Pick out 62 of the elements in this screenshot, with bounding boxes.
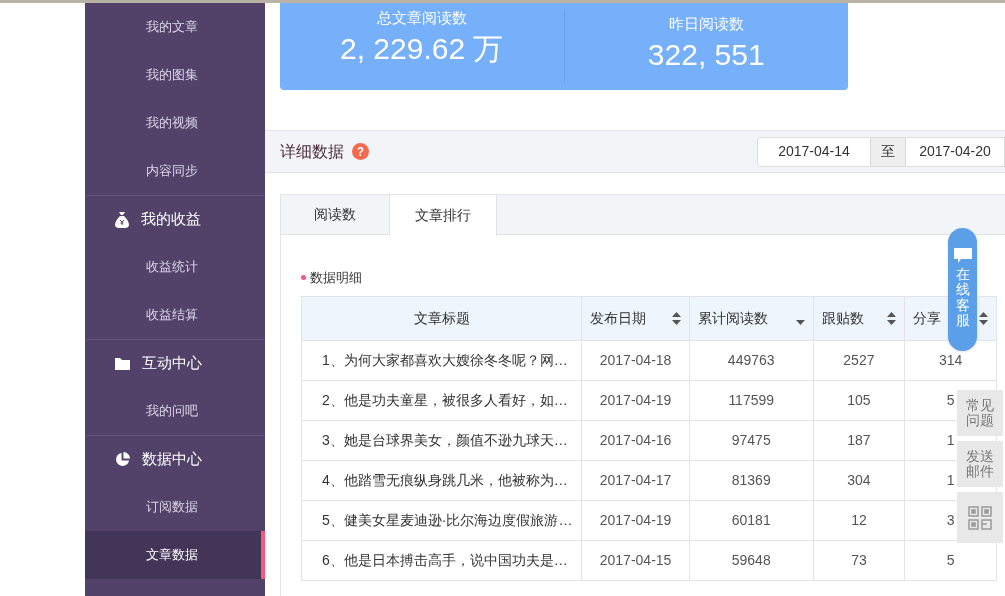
sort-icon[interactable] xyxy=(979,311,988,325)
table-cell-text: 3、她是台球界美女，颜值不逊九球天… xyxy=(321,430,569,450)
sort-icon[interactable] xyxy=(671,311,681,325)
end-date-field[interactable]: 2017-04-20 xyxy=(905,136,1005,167)
table-cell: 2017-04-17 xyxy=(581,460,689,500)
table-cell: 187 xyxy=(812,420,905,460)
sidebar-group[interactable]: 互动中心 xyxy=(85,339,265,387)
column-header[interactable]: 跟贴数 xyxy=(812,296,905,340)
sidebar-item[interactable]: 我的图集 xyxy=(85,51,265,99)
stat-value: 322, 551 xyxy=(647,36,765,73)
sidebar-item[interactable]: 我的文章 xyxy=(85,3,265,51)
table-cell: 117599 xyxy=(688,380,813,420)
table-cell: 2017-04-16 xyxy=(581,420,689,460)
money-bag-icon xyxy=(115,211,129,228)
column-header[interactable]: 发布日期 xyxy=(581,296,689,340)
detail-title: 详细数据 xyxy=(280,141,344,162)
sidebar-item[interactable]: 收益统计 xyxy=(85,243,265,291)
start-date-field[interactable]: 2017-04-14 xyxy=(757,136,871,167)
section-title: 数据明细 xyxy=(310,269,362,287)
table-cell: 105 xyxy=(812,380,905,420)
table-cell: 2017-04-19 xyxy=(581,500,689,540)
sidebar-item[interactable]: 内容同步 xyxy=(85,147,265,195)
table-cell: 2017-04-15 xyxy=(581,540,689,580)
stat-value: 2, 229.62 万 xyxy=(340,30,504,67)
folder-icon xyxy=(115,357,130,370)
stat-label: 总文章阅读数 xyxy=(376,8,467,28)
table-cell: 2527 xyxy=(812,340,905,380)
sort-descending-icon[interactable] xyxy=(795,319,805,325)
sidebar-group[interactable]: 我的收益 xyxy=(85,195,265,243)
table-cell: 304 xyxy=(812,460,905,500)
table-cell: 449763 xyxy=(688,340,813,380)
sidebar-item[interactable]: 文章数据 xyxy=(85,531,265,579)
table-cell: 73 xyxy=(812,540,905,580)
sidebar-item[interactable]: 收益结算 xyxy=(85,291,265,339)
table-cell-text: 4、他踏雪无痕纵身跳几米，他被称为… xyxy=(321,470,569,490)
date-separator: 至 xyxy=(871,136,905,167)
table-cell: 2017-04-18 xyxy=(581,340,689,380)
sidebar-group[interactable]: 数据中心 xyxy=(85,435,265,483)
tab[interactable]: 阅读数 xyxy=(281,195,389,234)
stat-label: 昨日阅读数 xyxy=(668,14,744,34)
column-header[interactable]: 累计阅读数 xyxy=(688,296,813,340)
sidebar-item[interactable]: 订阅数据 xyxy=(85,483,265,531)
table-cell-text: 6、他是日本搏击高手，说中国功夫是… xyxy=(321,550,569,570)
sidebar-item[interactable]: 我的视频 xyxy=(85,99,265,147)
chat-bubble-icon xyxy=(953,248,972,263)
table-cell: 97475 xyxy=(688,420,813,460)
sort-icon[interactable] xyxy=(887,311,897,325)
table-cell: 59648 xyxy=(688,540,813,580)
table-cell-text: 1、为何大家都喜欢大嫂徐冬冬呢？网… xyxy=(321,350,569,370)
sidebar-item[interactable]: 我的问吧 xyxy=(85,387,265,435)
table-cell: 12 xyxy=(812,500,905,540)
qr-code-icon xyxy=(968,505,992,530)
faq-button[interactable]: 常见问题 xyxy=(957,390,1003,436)
table-cell: 60181 xyxy=(688,500,813,540)
column-header[interactable]: 文章标题 xyxy=(302,296,582,340)
table-cell: 2017-04-19 xyxy=(581,380,689,420)
tab[interactable]: 文章排行 xyxy=(389,195,497,236)
pie-chart-icon xyxy=(115,452,130,467)
table-cell-text: 5、健美女星麦迪逊·比尔海边度假旅游… xyxy=(321,510,574,530)
send-mail-button[interactable]: 发送邮件 xyxy=(957,441,1003,487)
table-cell-text: 2、他是功夫童星，被很多人看好，如… xyxy=(321,390,569,410)
table-cell: 81369 xyxy=(688,460,813,500)
